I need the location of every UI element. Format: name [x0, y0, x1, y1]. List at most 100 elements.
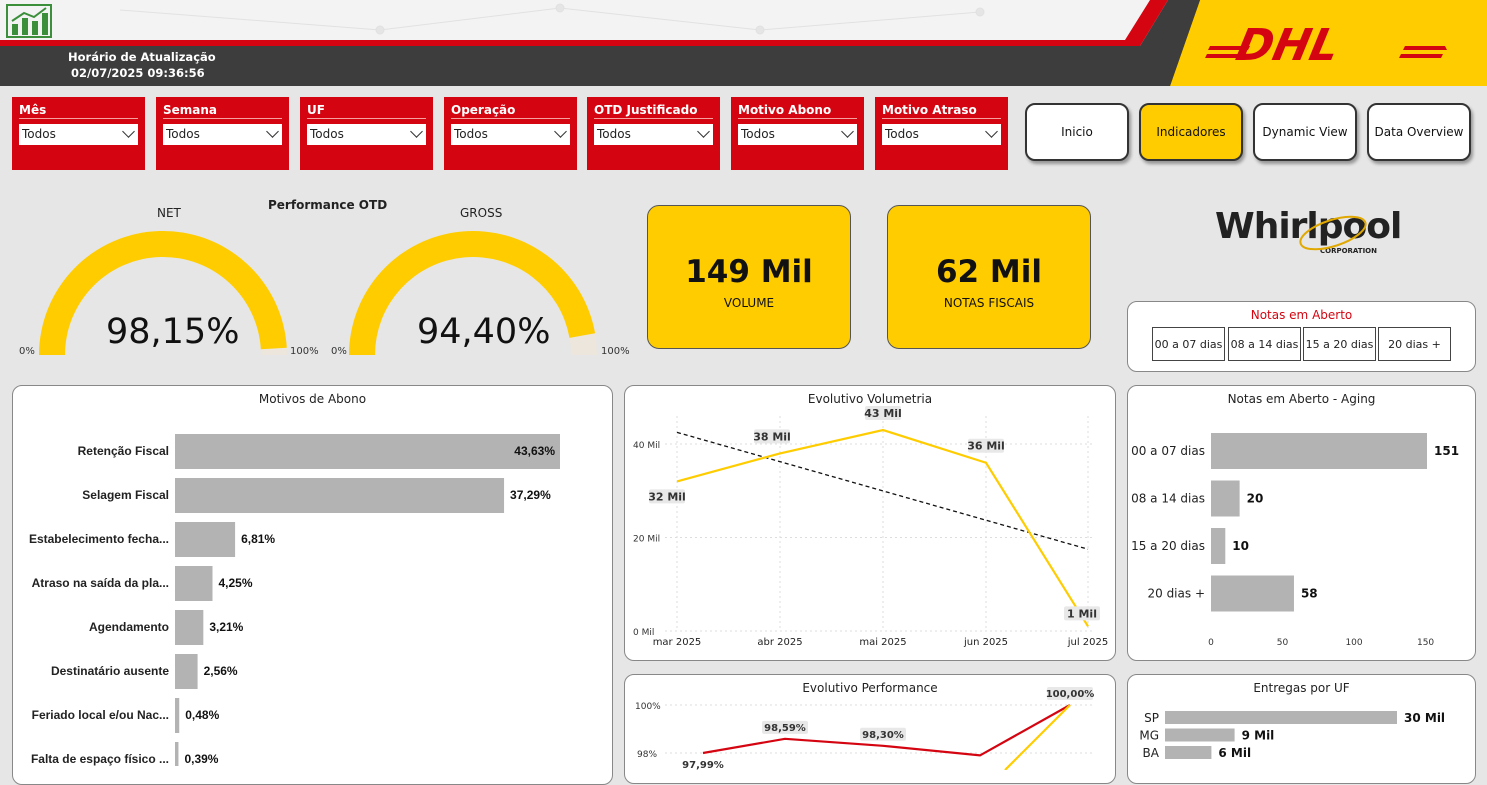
bar-value-label: 0,48% [185, 708, 219, 722]
bar-value-label: 151 [1434, 444, 1459, 458]
dhl-logo: DHL [1205, 20, 1447, 66]
notas-aberto-title: Notas em Aberto [1250, 308, 1353, 322]
performance-trend-chart: 100% 98% 98,59% 98,30% 100,00% 97,99% [635, 687, 1095, 770]
motivos-abono-chart: Retenção Fiscal 43,63% Selagem Fiscal 37,29… [29, 434, 560, 766]
x-tick-label: mai 2025 [859, 637, 906, 648]
header-banner: Horário de Atualização 02/07/2025 09:36:… [0, 0, 1487, 86]
data-label: 98,30% [862, 730, 904, 741]
bar-value-label: 3,21% [209, 620, 243, 634]
x-tick-label: 50 [1277, 638, 1289, 648]
nav-dynamic-view-button[interactable]: Dynamic View [1253, 103, 1357, 161]
y-tick-label: 0 Mil [633, 628, 654, 638]
bar [1211, 528, 1226, 564]
bar-value-label: 20 [1247, 492, 1264, 506]
whirlpool-logo: Whirlpool CORPORATION [1215, 206, 1402, 256]
dropdown-semana[interactable]: Todos [163, 124, 282, 145]
slicer-title: Motivo Atraso [882, 103, 977, 117]
nav-data-overview-button[interactable]: Data Overview [1367, 103, 1471, 161]
kpi-volume-value: 149 Mil [685, 254, 813, 290]
bar-value-label: 30 Mil [1404, 711, 1445, 725]
data-label: 32 Mil [648, 490, 686, 503]
slicer-title: Semana [163, 103, 218, 117]
motivos-abono-card: Motivos de Abono Retenção Fiscal 43,63% Se… [12, 385, 613, 785]
bucket-08-14[interactable]: 08 a 14 dias [1228, 327, 1301, 361]
y-tick-label: 100% [635, 702, 661, 712]
data-label: 36 Mil [967, 440, 1005, 453]
bar [175, 610, 204, 645]
x-tick-label: mar 2025 [653, 637, 702, 648]
update-label: Horário de Atualização [68, 50, 216, 64]
bar-category-label: 15 a 20 dias [1131, 539, 1205, 553]
dropdown-operacao[interactable]: Todos [451, 124, 570, 145]
bar [175, 566, 213, 601]
x-tick-label: 100 [1345, 638, 1362, 648]
bar [175, 698, 180, 733]
gauge-gross-label: GROSS [460, 206, 503, 220]
slicer-title: Operação [451, 103, 516, 117]
bar-category-label: Destinatário ausente [51, 664, 169, 678]
update-time: 02/07/2025 09:36:56 [71, 66, 205, 80]
bar-category-label: BA [1143, 746, 1160, 760]
bar [1211, 433, 1427, 469]
gauge-gross-value: 94,40% [417, 312, 551, 352]
dropdown-otd-justificado[interactable]: Todos [594, 124, 713, 145]
bar-value-label: 2,56% [204, 664, 238, 678]
x-tick-label: 150 [1417, 638, 1434, 648]
bar-category-label: 08 a 14 dias [1131, 492, 1205, 506]
chart-icon[interactable] [6, 4, 52, 38]
kpi-notas-value: 62 Mil [935, 254, 1043, 290]
gauge-net-min: 0% [19, 346, 35, 357]
dropdown-uf[interactable]: Todos [307, 124, 426, 145]
kpi-volume-card: 149 Mil VOLUME [647, 205, 851, 349]
x-tick-label: jul 2025 [1067, 637, 1109, 648]
kpi-notas-card: 62 Mil NOTAS FISCAIS [887, 205, 1091, 349]
bar-value-label: 43,63% [514, 444, 555, 458]
bar-category-label: Feriado local e/ou Nac... [32, 708, 169, 722]
svg-text:DHL: DHL [1232, 20, 1344, 66]
y-tick-label: 98% [637, 750, 657, 760]
chevron-down-icon [697, 125, 710, 138]
bar-value-label: 37,29% [510, 488, 551, 502]
bar-value-label: 9 Mil [1242, 729, 1275, 743]
slicer-title: Motivo Abono [738, 103, 832, 117]
y-tick-label: 20 Mil [633, 535, 660, 545]
bucket-20-plus[interactable]: 20 dias + [1378, 327, 1451, 361]
slicer-motivo-abono: Motivo Abono Todos [731, 97, 864, 170]
nav-inicio-button[interactable]: Inicio [1025, 103, 1129, 161]
slicer-title: Mês [19, 103, 47, 117]
data-label: 38 Mil [753, 430, 791, 443]
gauge-gross-max: 100% [601, 346, 630, 357]
performance-title: Performance OTD [268, 198, 388, 212]
bar [175, 654, 198, 689]
dropdown-motivo-atraso[interactable]: Todos [882, 124, 1001, 145]
bucket-15-20[interactable]: 15 a 20 dias [1303, 327, 1376, 361]
bar [1165, 728, 1235, 742]
aging-chart: 0 50 100 150 00 a 07 dias 151 08 a 14 dias 20 15… [1131, 433, 1459, 648]
bar-category-label: Falta de espaço físico ... [31, 752, 169, 766]
dropdown-mes[interactable]: Todos [19, 124, 138, 145]
entregas-uf-chart: SP 30 Mil MG 9 Mil BA 6 Mil [1139, 711, 1445, 760]
bar-category-label: 20 dias + [1147, 587, 1205, 601]
nav-indicadores-button[interactable]: Indicadores [1139, 103, 1243, 161]
slicer-mes: Mês Todos [12, 97, 145, 170]
bar-value-label: 6,81% [241, 532, 275, 546]
series-line [1004, 704, 1071, 770]
performance-trend-card: Evolutivo Performance 100% 98% 98,59% 98,30… [624, 674, 1116, 784]
bar [1165, 746, 1212, 759]
bar [1165, 711, 1397, 724]
bar-category-label: Atraso na saída da pla... [32, 576, 169, 590]
bucket-00-07[interactable]: 00 a 07 dias [1152, 327, 1225, 361]
volumetria-chart: 0 Mil 20 Mil 40 Mil mar 2025 abr 2025 mai 202… [633, 406, 1109, 648]
chevron-down-icon [554, 125, 567, 138]
bar-category-label: Estabelecimento fecha... [29, 532, 169, 546]
chevron-down-icon [410, 125, 423, 138]
bar-value-label: 58 [1301, 587, 1318, 601]
bar-value-label: 0,39% [184, 752, 218, 766]
bar-category-label: SP [1144, 711, 1159, 725]
data-label: 1 Mil [1067, 607, 1097, 620]
dropdown-motivo-abono[interactable]: Todos [738, 124, 857, 145]
slicer-operacao: Operação Todos [444, 97, 577, 170]
y-tick-label: 40 Mil [633, 441, 660, 451]
bar [175, 522, 236, 557]
data-label: 43 Mil [864, 407, 902, 420]
